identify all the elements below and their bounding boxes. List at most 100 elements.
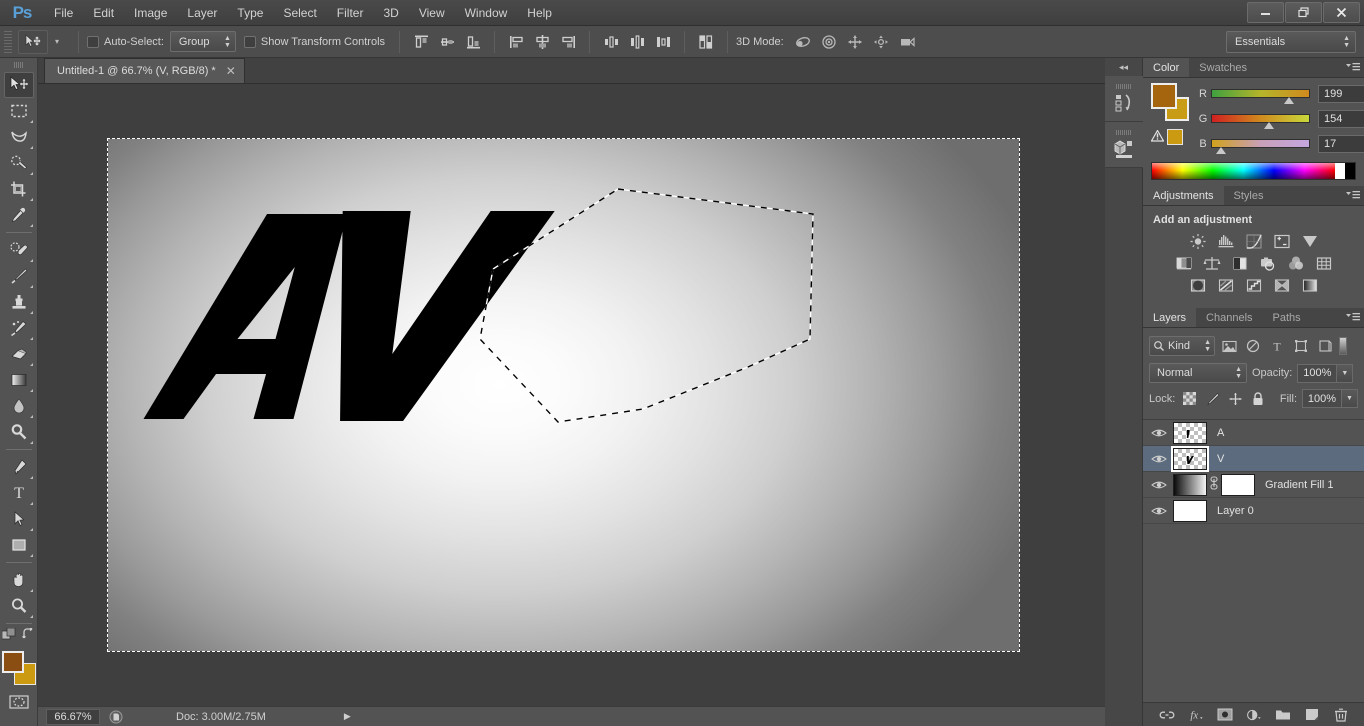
menu-file[interactable]: File [44, 0, 83, 26]
channel-b-value[interactable]: 17 [1318, 135, 1364, 153]
document-tab[interactable]: Untitled-1 @ 66.7% (V, RGB/8) * ✕ [44, 58, 245, 83]
foreground-color-swatch[interactable] [2, 651, 24, 673]
filter-smart-object-icon[interactable] [1315, 336, 1335, 356]
tool-preset-caret-icon[interactable]: ▾ [50, 37, 64, 46]
brush-tool[interactable] [4, 263, 34, 289]
channel-b-slider[interactable] [1211, 139, 1310, 148]
fill-value[interactable]: 100% [1302, 389, 1342, 408]
auto-select-scope-dropdown[interactable]: Group ▲▼ [170, 31, 236, 52]
opacity-value[interactable]: 100% [1297, 364, 1337, 383]
filter-type-icon[interactable]: T [1267, 336, 1287, 356]
channel-r-knob[interactable] [1284, 97, 1294, 104]
fill-slider-caret-icon[interactable]: ▼ [1342, 389, 1358, 408]
auto-select-checkbox[interactable] [87, 36, 99, 48]
tab-layers[interactable]: Layers [1143, 308, 1196, 327]
clone-stamp-tool[interactable] [4, 289, 34, 315]
color-swatches[interactable] [2, 651, 36, 685]
workspace-selector[interactable]: Essentials ▲▼ [1226, 31, 1356, 53]
properties-panel-icon[interactable] [1105, 122, 1143, 168]
rectangular-marquee-tool[interactable] [4, 98, 34, 124]
layer-name[interactable]: Layer 0 [1217, 505, 1254, 517]
layer-thumbnail[interactable] [1173, 422, 1207, 444]
channel-mixer-icon[interactable] [1285, 254, 1307, 272]
distribute-center-icon[interactable] [625, 31, 649, 53]
layer-name[interactable]: V [1217, 453, 1224, 465]
filter-toggle-icon[interactable] [1339, 337, 1347, 355]
layer-thumbnail[interactable] [1173, 500, 1207, 522]
selective-color-icon[interactable] [1271, 276, 1293, 294]
layer-row-v[interactable]: V [1143, 446, 1364, 472]
distribute-left-icon[interactable] [599, 31, 623, 53]
pan-3d-icon[interactable] [842, 31, 868, 53]
channel-r-value[interactable]: 199 [1318, 85, 1364, 103]
menu-select[interactable]: Select [273, 0, 326, 26]
spectrum-black-swatch[interactable] [1345, 163, 1355, 179]
menu-image[interactable]: Image [124, 0, 177, 26]
align-right-edges-icon[interactable] [556, 31, 580, 53]
pen-tool[interactable] [4, 454, 34, 480]
exposure-icon[interactable] [1271, 232, 1293, 250]
color-balance-icon[interactable] [1201, 254, 1223, 272]
posterize-icon[interactable] [1215, 276, 1237, 294]
collapse-panels-icon[interactable]: ◂◂ [1105, 58, 1142, 76]
quick-mask-icon[interactable] [4, 689, 34, 715]
align-bottom-edges-icon[interactable] [461, 31, 485, 53]
new-layer-icon[interactable] [1304, 707, 1320, 723]
layer-row-layer-0[interactable]: Layer 0 [1143, 498, 1364, 524]
new-group-icon[interactable] [1275, 707, 1291, 723]
gradient-tool[interactable] [4, 367, 34, 393]
lock-all-icon[interactable] [1249, 390, 1267, 408]
align-top-edges-icon[interactable] [409, 31, 433, 53]
show-transform-controls-checkbox[interactable] [244, 36, 256, 48]
black-white-icon[interactable] [1229, 254, 1251, 272]
screen-mode-icon[interactable] [4, 721, 34, 726]
layer-name[interactable]: A [1217, 427, 1224, 439]
menu-layer[interactable]: Layer [177, 0, 227, 26]
layer-style-fx-icon[interactable]: fx [1188, 707, 1204, 723]
document-canvas[interactable] [108, 139, 1019, 651]
auto-align-layers-icon[interactable] [694, 31, 718, 53]
move-tool[interactable] [4, 72, 34, 98]
minimize-button[interactable] [1247, 2, 1284, 23]
panel-menu-icon[interactable] [1346, 62, 1360, 76]
quick-selection-tool[interactable] [4, 150, 34, 176]
gamut-substitute-swatch[interactable] [1167, 129, 1183, 145]
history-panel-icon[interactable] [1105, 76, 1143, 122]
tab-color[interactable]: Color [1143, 58, 1189, 77]
link-layers-icon[interactable] [1159, 707, 1175, 723]
panel-menu-icon[interactable] [1346, 190, 1360, 204]
filter-pixel-icon[interactable] [1219, 336, 1239, 356]
orbit-3d-icon[interactable] [790, 31, 816, 53]
layer-visibility-icon[interactable] [1145, 420, 1173, 446]
zoom-level-field[interactable]: 66.67% [46, 709, 100, 725]
swap-colors-icon[interactable] [22, 628, 35, 645]
history-brush-tool[interactable] [4, 315, 34, 341]
filter-adjustment-icon[interactable] [1243, 336, 1263, 356]
mask-link-icon[interactable] [1207, 476, 1221, 493]
menu-window[interactable]: Window [455, 0, 518, 26]
threshold-icon[interactable] [1243, 276, 1265, 294]
channel-g-value[interactable]: 154 [1318, 110, 1364, 128]
opacity-slider-caret-icon[interactable]: ▼ [1337, 364, 1353, 383]
menu-3d[interactable]: 3D [373, 0, 408, 26]
menu-view[interactable]: View [409, 0, 455, 26]
layer-thumbnail[interactable] [1173, 474, 1207, 496]
move-tool-icon[interactable] [18, 30, 48, 54]
brightness-contrast-icon[interactable] [1187, 232, 1209, 250]
panel-menu-icon[interactable] [1346, 312, 1360, 326]
channel-r-slider[interactable] [1211, 89, 1310, 98]
hand-tool[interactable] [4, 567, 34, 593]
path-selection-tool[interactable] [4, 506, 34, 532]
channel-b-knob[interactable] [1216, 147, 1226, 154]
layer-mask-thumbnail[interactable] [1221, 474, 1255, 496]
layer-visibility-icon[interactable] [1145, 498, 1173, 524]
invert-icon[interactable] [1187, 276, 1209, 294]
rectangle-tool[interactable] [4, 532, 34, 558]
out-of-gamut-warning-icon[interactable] [1151, 130, 1164, 145]
status-expand-arrow-icon[interactable]: ▶ [344, 711, 351, 722]
tab-adjustments[interactable]: Adjustments [1143, 186, 1224, 205]
delete-layer-icon[interactable] [1333, 707, 1349, 723]
roll-3d-icon[interactable] [816, 31, 842, 53]
options-bar-grip[interactable] [4, 31, 12, 53]
color-lookup-icon[interactable] [1313, 254, 1335, 272]
